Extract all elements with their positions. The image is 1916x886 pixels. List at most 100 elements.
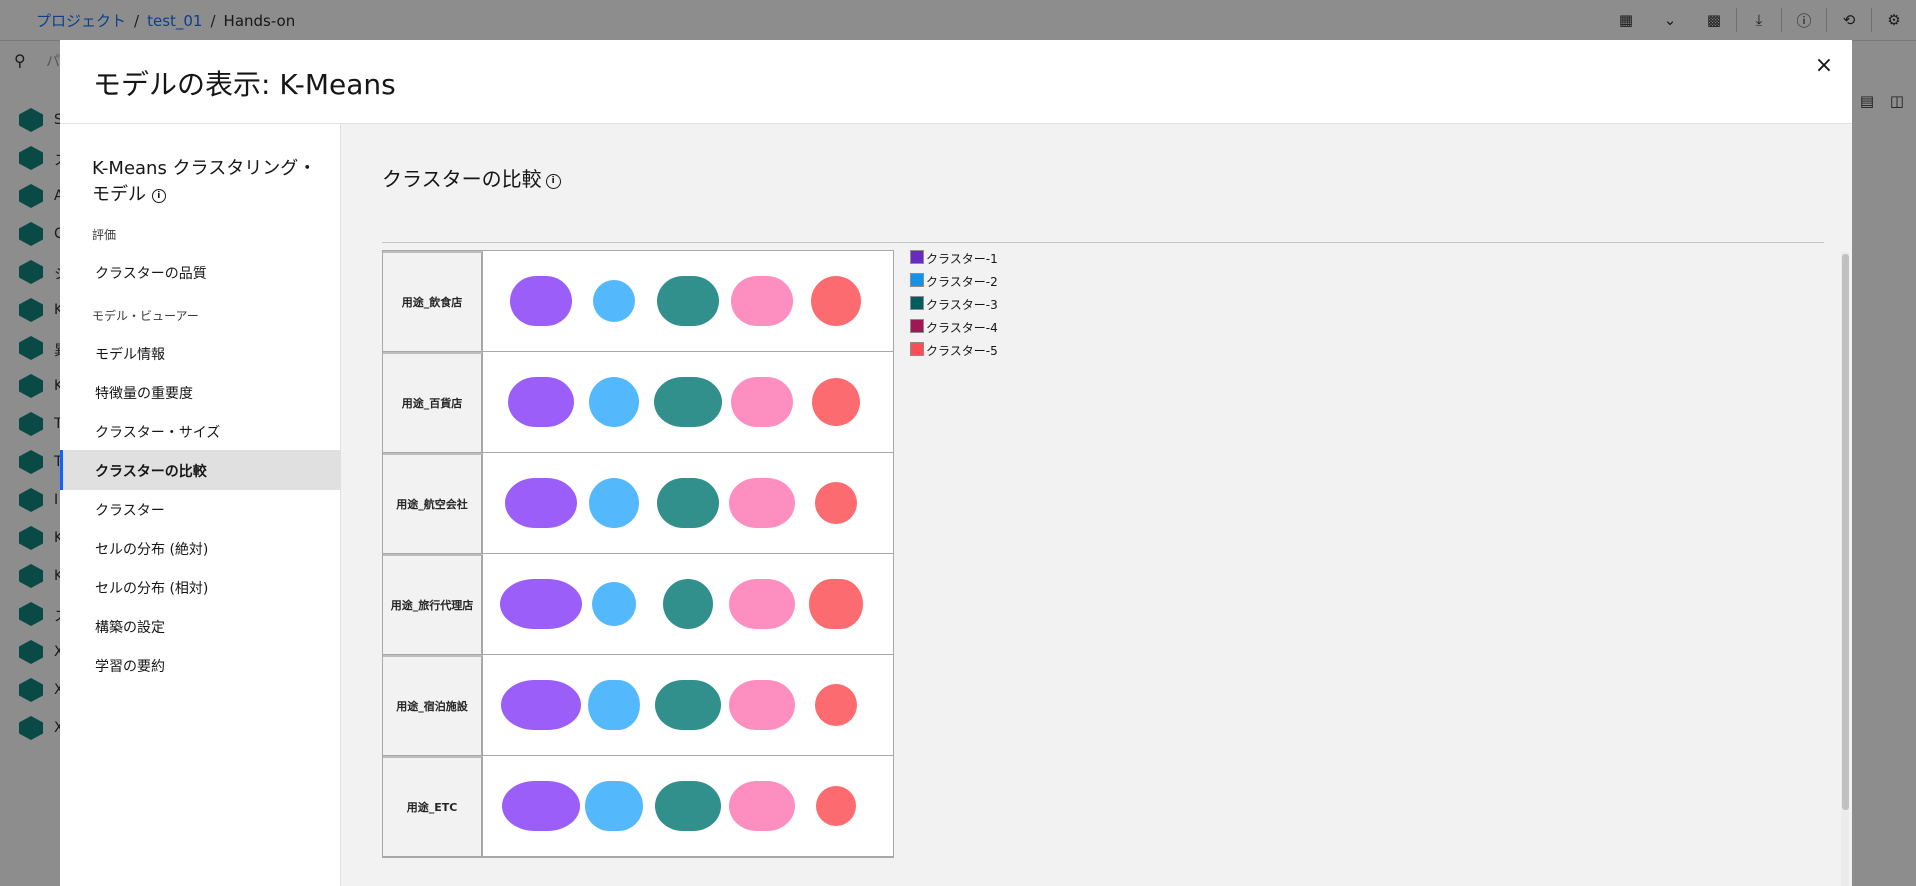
model-node-icon — [19, 184, 43, 208]
breadcrumb-separator: / — [210, 12, 216, 30]
close-button[interactable]: × — [1808, 50, 1840, 82]
breadcrumb-project[interactable]: プロジェクト — [36, 12, 126, 30]
panel-icon[interactable]: ▤ — [1852, 81, 1882, 121]
legend-swatch — [910, 250, 924, 264]
cluster-cells — [483, 756, 893, 856]
cluster-1-distribution-glyph[interactable] — [502, 781, 580, 831]
cluster-2-distribution-glyph[interactable] — [593, 280, 635, 322]
row-label-row-department-store: 用途_百貨店 — [383, 352, 483, 452]
cluster-4-distribution-glyph[interactable] — [731, 276, 793, 326]
cluster-cells — [483, 251, 893, 351]
cluster-2-distribution-glyph[interactable] — [588, 680, 640, 730]
cluster-4-distribution-glyph[interactable] — [729, 478, 795, 528]
model-node-icon — [19, 222, 43, 246]
row-label-row-travel-agency: 用途_旅行代理店 — [383, 554, 483, 654]
nav-item-cluster-quality[interactable]: クラスターの品質 — [60, 252, 340, 292]
cluster-1-distribution-glyph[interactable] — [508, 377, 574, 427]
model-nav: K-Means クラスタリング・モデル i 評価 クラスターの品質 モデル・ビュ… — [60, 124, 341, 886]
cluster-3-distribution-glyph[interactable] — [655, 781, 721, 831]
run-icon[interactable]: ▦ — [1604, 0, 1648, 40]
nav-item-feature-importance[interactable]: 特徴量の重要度 — [60, 372, 340, 412]
cluster-3-distribution-glyph[interactable] — [657, 276, 719, 326]
cluster-cells — [483, 453, 893, 553]
cluster-1-distribution-glyph[interactable] — [500, 579, 582, 629]
comparison-row: 用途_ETC — [383, 756, 893, 857]
breadcrumb-project-name[interactable]: test_01 — [147, 12, 202, 30]
model-node-icon — [19, 298, 43, 322]
legend-label: クラスター-2 — [926, 275, 998, 289]
cluster-cells — [483, 352, 893, 452]
cluster-2-distribution-glyph[interactable] — [589, 478, 639, 528]
model-node-icon — [19, 336, 43, 360]
modal-title: モデルの表示: K-Means — [93, 68, 396, 101]
cluster-5-distribution-glyph[interactable] — [809, 579, 863, 629]
comparison-row: 用途_航空会社 — [383, 453, 893, 554]
nav-item-cluster-size[interactable]: クラスター・サイズ — [60, 411, 340, 451]
cluster-5-distribution-glyph[interactable] — [815, 482, 857, 524]
comparison-row: 用途_宿泊施設 — [383, 655, 893, 756]
top-bar: プロジェクト / test_01 / Hands-on ▦ ⌄ ▩ ⤓ ⓘ ⟲ ⚙ — [0, 0, 1916, 40]
legend-label: クラスター-5 — [926, 344, 998, 358]
download-icon[interactable]: ⤓ — [1737, 0, 1781, 40]
cluster-4-distribution-glyph[interactable] — [731, 377, 793, 427]
nav-heading-text: K-Means クラスタリング・モデル — [92, 158, 317, 205]
cluster-5-distribution-glyph[interactable] — [815, 684, 857, 726]
chevron-down-icon[interactable]: ⌄ — [1648, 0, 1692, 40]
content-title-text: クラスターの比較 — [382, 167, 542, 191]
model-node-icon — [19, 678, 43, 702]
cluster-3-distribution-glyph[interactable] — [655, 680, 721, 730]
breadcrumb: プロジェクト / test_01 / Hands-on — [36, 10, 295, 31]
nav-item-build-settings[interactable]: 構築の設定 — [60, 606, 340, 646]
cluster-2-distribution-glyph[interactable] — [592, 582, 636, 626]
cluster-5-distribution-glyph[interactable] — [816, 786, 856, 826]
model-node-icon — [19, 146, 43, 170]
expand-icon[interactable]: ◫ — [1882, 81, 1912, 121]
info-icon[interactable]: i — [545, 174, 561, 189]
model-node-icon — [19, 564, 43, 588]
cluster-5-distribution-glyph[interactable] — [811, 276, 861, 326]
model-view-modal: モデルの表示: K-Means × K-Means クラスタリング・モデル i … — [60, 40, 1852, 886]
nav-item-label: クラスターの品質 — [95, 266, 207, 282]
comparison-row: 用途_旅行代理店 — [383, 554, 893, 655]
model-node-icon — [19, 260, 43, 284]
nav-item-training-summary[interactable]: 学習の要約 — [60, 645, 340, 685]
cluster-4-distribution-glyph[interactable] — [729, 680, 795, 730]
nav-item-label: セルの分布 (絶対) — [95, 542, 209, 558]
search-input[interactable]: パ — [46, 51, 60, 71]
model-node-icon — [19, 602, 43, 626]
nav-item-label: クラスター — [95, 503, 165, 519]
nav-item-cell-dist-absolute[interactable]: セルの分布 (絶対) — [60, 528, 340, 568]
scrollbar-thumb[interactable] — [1842, 254, 1849, 810]
cluster-1-distribution-glyph[interactable] — [510, 276, 572, 326]
nav-item-label: 学習の要約 — [95, 659, 165, 675]
cluster-3-distribution-glyph[interactable] — [654, 377, 722, 427]
model-node-icon — [19, 412, 43, 436]
row-label-row-lodging: 用途_宿泊施設 — [383, 655, 483, 755]
toolbar: ▦ ⌄ ▩ ⤓ ⓘ ⟲ ⚙ — [1604, 0, 1916, 40]
cluster-2-distribution-glyph[interactable] — [589, 377, 639, 427]
legend-label: クラスター-4 — [926, 321, 998, 335]
cluster-cells — [483, 655, 893, 755]
history-icon[interactable]: ⟲ — [1827, 0, 1871, 40]
nav-item-model-info[interactable]: モデル情報 — [60, 333, 340, 373]
cluster-3-distribution-glyph[interactable] — [663, 579, 713, 629]
image-search-icon[interactable]: ▩ — [1692, 0, 1736, 40]
cluster-2-distribution-glyph[interactable] — [585, 781, 643, 831]
cluster-4-distribution-glyph[interactable] — [729, 781, 795, 831]
section-label-model-viewer: モデル・ビューアー — [92, 309, 199, 323]
settings-icon[interactable]: ⚙ — [1872, 0, 1916, 40]
info-icon[interactable]: i — [151, 189, 166, 203]
model-node-icon — [19, 450, 43, 474]
nav-item-clusters[interactable]: クラスター — [60, 489, 340, 529]
nav-item-cell-dist-relative[interactable]: セルの分布 (相対) — [60, 567, 340, 607]
info-icon[interactable]: ⓘ — [1782, 0, 1826, 40]
nav-item-label: セルの分布 (相対) — [95, 581, 209, 597]
cluster-1-distribution-glyph[interactable] — [501, 680, 581, 730]
cluster-4-distribution-glyph[interactable] — [729, 579, 795, 629]
content-divider — [382, 242, 1824, 243]
nav-item-cluster-comparison[interactable]: クラスターの比較 — [60, 450, 340, 490]
palette-node[interactable]: X — [0, 708, 64, 752]
cluster-5-distribution-glyph[interactable] — [812, 378, 860, 426]
cluster-3-distribution-glyph[interactable] — [657, 478, 719, 528]
cluster-1-distribution-glyph[interactable] — [505, 478, 577, 528]
